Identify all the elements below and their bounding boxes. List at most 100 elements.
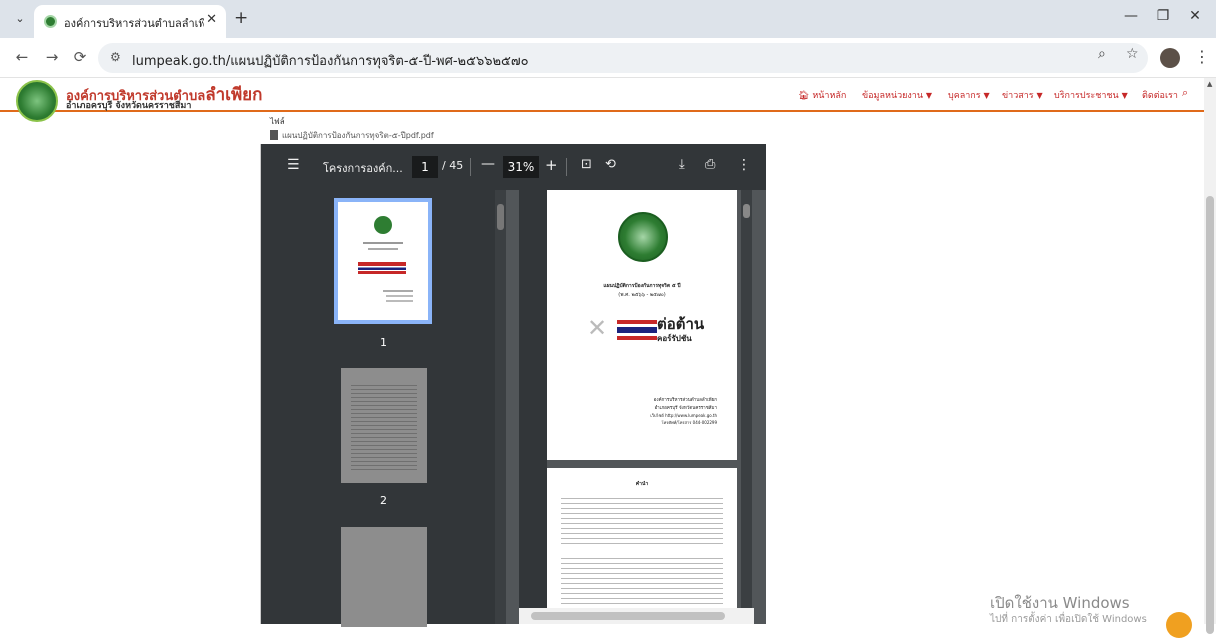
website-line: เว็บไซต์ http://www.lumpeak.go.th [650,413,717,418]
thumb-seal-icon [374,216,392,234]
thumb-banner-icon [358,262,406,274]
page-area-gutter [519,190,547,608]
reload-button[interactable]: ⟳ [70,48,90,66]
browser-tab[interactable]: องค์การบริหารส่วนตำบลลำเพียก - ลำ ✕ [34,5,226,38]
site-header: องค์การบริหารส่วนตำบลลำเพียก อำเภอครบุรี… [0,78,1204,122]
nav-contact-label: ติดต่อเรา [1142,91,1178,101]
thumb-text-line [368,248,398,250]
page2-paragraph-1 [561,494,723,546]
anti-corruption-banner: ✕ ต่อต้าน คอร์รัปชัน [587,310,707,350]
site-favicon-icon [44,15,57,28]
caret-down-icon: ▼ [925,91,933,100]
page2-paragraph-2 [561,554,723,604]
horizontal-scrollbar[interactable] [519,608,754,624]
thai-flag-stripes [617,320,657,340]
page-area-scroll-thumb[interactable] [743,204,750,218]
new-tab-button[interactable]: + [234,8,248,28]
home-icon: 🏠︎ [798,91,810,101]
minimize-button[interactable]: — [1116,8,1146,24]
scroll-up-icon[interactable]: ▲ [1207,80,1212,88]
pdf-page-2: คำนำ [547,468,737,618]
pdf-page-area[interactable]: แผนปฏิบัติการป้องกันการทุจริต ๕ ปี (พ.ศ.… [519,190,766,624]
windows-activation-subtitle: ไปที่ การตั้งค่า เพื่อเปิดใช้ Windows [990,614,1147,625]
thumbnail-page-2[interactable] [341,368,427,483]
thumb-text-line [383,290,413,292]
pdf-viewer: ☰ โครงการองค์ก... 1 / 45 — 31% + ⊡ ⟲ ⤓ ⎙… [260,144,766,627]
nav-personnel[interactable]: บุคลากร ▼ [948,88,990,102]
thumbnail-page-1[interactable] [334,198,432,324]
file-name: แผนปฏิบัติการป้องกันการทุจริต-๕-ปีpdf.pd… [282,131,434,140]
caret-down-icon: ▼ [983,91,990,100]
page-scroll-thumb[interactable] [1206,196,1214,634]
horizontal-scroll-thumb[interactable] [531,612,725,620]
district-line: อำเภอครบุรี จังหวัดนครราชสีมา [654,406,717,411]
browser-menu-icon[interactable]: ⋮ [1194,47,1210,66]
thumbnail-label-2: 2 [380,494,387,507]
thumbnail-page-3[interactable] [341,527,427,627]
forward-button[interactable]: → [42,48,62,66]
page2-heading: คำนำ [635,481,649,487]
nav-agency-label: ข้อมูลหน่วยงาน [862,91,924,101]
nav-services-label: บริการประชาชน [1054,91,1119,101]
page-scrollbar[interactable]: ▲ [1204,78,1216,634]
nav-personnel-label: บุคลากร [948,91,981,101]
nav-home[interactable]: 🏠︎ หน้าหลัก [798,88,846,102]
search-icon[interactable]: ⌕ [1182,86,1188,100]
nav-services[interactable]: บริการประชาชน ▼ [1054,88,1128,102]
download-icon[interactable]: ⤓ [679,157,685,172]
zoom-in-icon[interactable]: + [545,156,558,174]
floating-action-button[interactable] [1166,612,1192,638]
pdf-toolbar: ☰ โครงการองค์ก... 1 / 45 — 31% + ⊡ ⟲ ⤓ ⎙… [261,144,766,190]
phone-line: โทรศัพท์/โทรสาร 044-002299 [661,420,717,425]
plan-years: (พ.ศ. ๒๕๖๖ - ๒๕๗๐) [618,292,666,298]
file-link[interactable]: แผนปฏิบัติการป้องกันการทุจริต-๕-ปีpdf.pd… [270,129,434,142]
page-area-scrollbar[interactable] [741,190,752,608]
nav-home-label: หน้าหลัก [812,91,847,101]
restore-button[interactable]: ❐ [1148,8,1178,24]
tab-strip: ⌄ องค์การบริหารส่วนตำบลลำเพียก - ลำ ✕ + … [0,0,1216,38]
org-logo[interactable] [16,80,58,122]
thumb-text-line [386,300,413,302]
address-bar[interactable]: ⚙ lumpeak.go.th/แผนปฏิบัติการป้องกันการท… [98,43,1148,73]
site-info-icon[interactable]: ⚙ [110,50,121,64]
page-total: / 45 [442,159,464,172]
file-label: ไฟล์ [270,117,285,126]
zoom-icon[interactable]: ⌕ [1098,46,1106,62]
profile-avatar[interactable] [1160,48,1180,68]
toolbar-divider [566,158,567,176]
thumbnail-scroll-thumb[interactable] [497,204,504,230]
tab-title: องค์การบริหารส่วนตำบลลำเพียก - ลำ [64,17,204,30]
thumbnail-label-1: 1 [380,336,387,349]
close-window-button[interactable]: ✕ [1180,8,1210,24]
nav-contact[interactable]: ติดต่อเรา [1142,88,1178,102]
back-button[interactable]: ← [12,48,32,66]
sidebar-menu-icon[interactable]: ☰ [287,157,300,173]
more-options-icon[interactable]: ⋮ [737,157,751,173]
zoom-out-icon[interactable]: — [481,156,495,172]
nav-news[interactable]: ข่าวสาร ▼ [1002,88,1043,102]
plan-title: แผนปฏิบัติการป้องกันการทุจริต ๕ ปี [603,283,681,289]
file-icon [270,130,278,140]
browser-toolbar: ← → ⟳ ⚙ lumpeak.go.th/แผนปฏิบัติการป้องก… [0,38,1216,78]
org-line: องค์การบริหารส่วนตำบลลำเพียก [653,398,717,403]
toolbar-divider [470,158,471,176]
org-subtitle: อำเภอครบุรี จังหวัดนครราชสีมา [66,101,192,111]
bookmark-star-icon[interactable]: ☆ [1126,46,1139,62]
handshake-icon: ✕ [587,314,608,342]
fit-page-icon[interactable]: ⊡ [581,157,592,172]
zoom-input[interactable]: 31% [503,156,539,178]
pdf-page-1: แผนปฏิบัติการป้องกันการทุจริต ๕ ปี (พ.ศ.… [547,190,737,460]
rotate-icon[interactable]: ⟲ [605,157,616,172]
tab-search-button[interactable]: ⌄ [10,9,30,29]
thumbnail-scrollbar[interactable] [495,190,506,624]
print-icon[interactable]: ⎙ [705,157,715,172]
thumb-text-line [386,295,413,297]
url-text: lumpeak.go.th/แผนปฏิบัติการป้องกันการทุจ… [132,54,529,69]
caret-down-icon: ▼ [1036,91,1043,100]
nav-agency[interactable]: ข้อมูลหน่วยงาน ▼ [862,88,932,102]
caret-down-icon: ▼ [1121,91,1128,100]
tab-close-icon[interactable]: ✕ [206,12,217,27]
page-number-input[interactable]: 1 [412,156,438,178]
nav-news-label: ข่าวสาร [1002,91,1034,101]
thumb-text-line [363,242,403,244]
